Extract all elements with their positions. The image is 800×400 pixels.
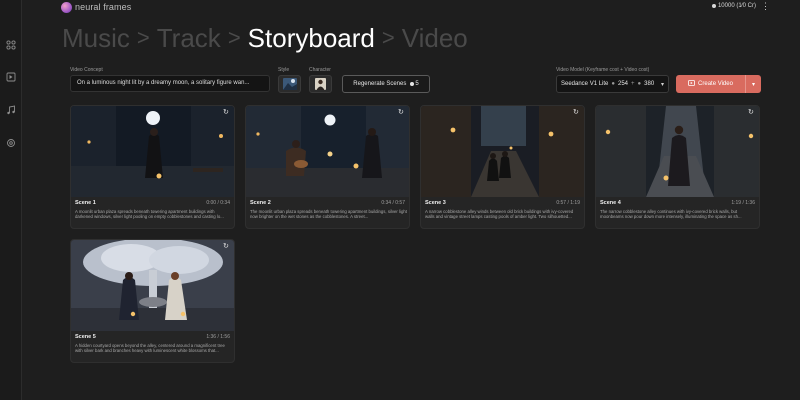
video-icon [688,80,695,88]
video-concept-input[interactable]: On a luminous night lit by a dreamy moon… [70,75,270,92]
credits-text: 10000 (1⁄0 Cr) [717,3,756,9]
scene-title: Scene 2 [250,200,271,206]
music-icon[interactable] [6,105,16,115]
more-menu-icon[interactable]: ⋮ [761,1,770,11]
scene-description: The moonlit urban plaza spreads beneath … [250,209,407,220]
credits-badge: 10000 (1⁄0 Cr) [711,3,756,9]
scene-time: 0:00 / 0:34 [206,200,230,206]
regenerate-scenes-button[interactable]: Regenerate Scenes 5 [342,75,430,93]
chevron-right-icon: > [136,25,150,50]
refresh-scene-icon[interactable]: ↻ [398,109,405,116]
scene-time: 1:36 / 1:56 [206,334,230,340]
coin-icon [711,4,716,8]
scene-image [246,106,409,197]
scene-image [71,240,234,331]
video-model-select[interactable]: Seedance V1 Lite ● 254 + ● 380 ▾ [556,75,669,93]
scene-title: Scene 5 [75,334,96,340]
scene-time: 0:57 / 1:19 [556,200,580,206]
coin-icon: ● [611,81,615,87]
step-music[interactable]: Music [62,22,130,54]
brand[interactable]: neural frames [61,1,131,13]
chevron-down-icon: ▾ [751,81,755,88]
character-thumbnail-image [315,78,326,90]
scene-time: 0:34 / 0:57 [381,200,405,206]
character-thumbnail-button[interactable] [309,75,332,93]
brand-logo-icon [61,1,72,13]
refresh-scene-icon[interactable]: ↻ [748,109,755,116]
scene-description: A moonlit urban plaza spreads beneath to… [75,209,224,220]
settings-icon[interactable] [6,138,16,148]
create-video-dropdown[interactable]: ▾ [745,75,761,93]
character-label: Character [309,67,331,73]
scene-card[interactable]: ↻ Scene 3 0:57 / 1:19 A narrow cobblesto… [420,105,585,229]
step-breadcrumb: Music > Track > Storyboard > Video [62,22,468,54]
scene-title: Scene 4 [600,200,621,206]
video-model-cost-a: 254 [618,81,629,87]
scene-description: A hidden courtyard opens beyond the alle… [75,343,225,354]
plus-icon: + [631,81,635,87]
video-model-label: Video Model (Keyframe cost + Video cost) [556,67,650,73]
grid-icon[interactable] [6,40,16,50]
scene-card[interactable]: ↻ Scene 5 1:36 / 1:56 A hidden courtyard… [70,239,235,363]
sidebar [0,0,22,400]
refresh-scene-icon[interactable]: ↻ [573,109,580,116]
video-model-cost-b: 380 [644,81,655,87]
brand-name: neural frames [75,2,132,12]
scene-card[interactable]: ↻ Scene 1 0:00 / 0:34 A moonlit urban pl… [70,105,235,229]
scene-image [421,106,584,197]
regenerate-cost-value: 5 [415,81,419,87]
regenerate-label: Regenerate Scenes [353,81,407,87]
step-track[interactable]: Track [157,22,221,54]
style-thumbnail-image [282,78,297,90]
style-thumbnail-button[interactable] [278,75,301,93]
scene-image [71,106,234,197]
scene-title: Scene 3 [425,200,446,206]
step-video[interactable]: Video [402,22,468,54]
scene-time: 1:19 / 1:36 [731,200,755,206]
chevron-down-icon: ▾ [660,81,664,88]
scene-title: Scene 1 [75,200,96,206]
create-video-main[interactable]: Create Video [676,80,745,88]
coin-icon [410,82,415,86]
scene-image [596,106,759,197]
video-model-name: Seedance V1 Lite [561,81,609,87]
video-concept-label: Video Concept [70,67,103,73]
coin-icon: ● [637,81,642,87]
scene-description: The narrow cobblestone alley continues w… [600,209,742,220]
style-label: Style [278,67,290,73]
step-storyboard[interactable]: Storyboard [248,22,375,54]
scene-description: A narrow cobblestone alley winds between… [425,209,574,220]
regenerate-cost: 5 [410,81,419,87]
scene-card[interactable]: ↻ Scene 2 0:34 / 0:57 The moonlit urban … [245,105,410,229]
frame-icon[interactable] [6,72,16,82]
chevron-right-icon: > [227,25,241,50]
refresh-scene-icon[interactable]: ↻ [223,109,230,116]
refresh-scene-icon[interactable]: ↻ [223,243,230,250]
chevron-right-icon: > [381,25,395,50]
create-video-label: Create Video [698,81,733,87]
scene-card[interactable]: ↻ Scene 4 1:19 / 1:36 The narrow cobbles… [595,105,760,229]
create-video-button[interactable]: Create Video ▾ [676,75,761,93]
